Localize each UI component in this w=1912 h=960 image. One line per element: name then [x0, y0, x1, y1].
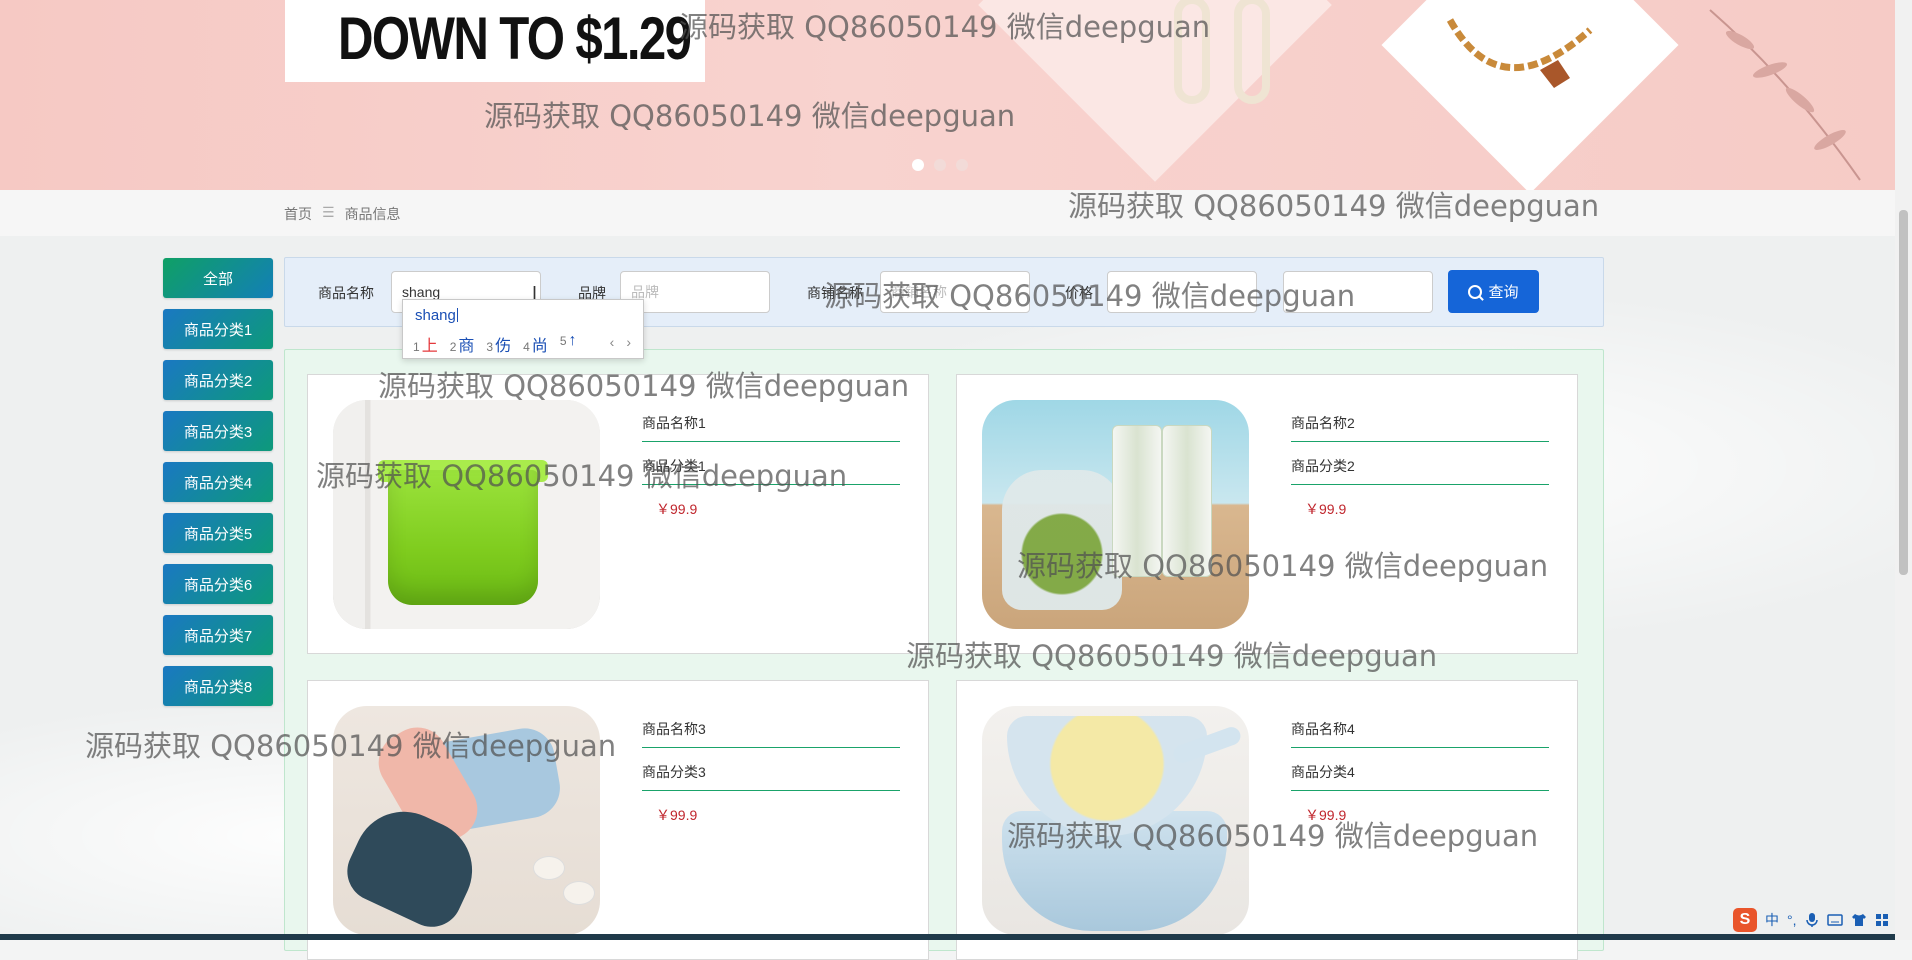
- category-button-4[interactable]: 商品分类4: [163, 462, 273, 502]
- mic-icon[interactable]: [1805, 912, 1819, 928]
- product-price: ￥99.9: [1305, 501, 1347, 517]
- product-grid: 商品名称1 商品分类1 ￥99.9 商品名称2 商品分类2 ￥99.9 商品名称…: [284, 349, 1604, 960]
- ime-candidate[interactable]: 5 ↑: [560, 332, 577, 356]
- category-all-button[interactable]: 全部: [163, 258, 273, 298]
- ime-candidate[interactable]: 2商: [450, 332, 475, 356]
- product-category: 商品分类4: [1291, 762, 1549, 791]
- price-label: 价格: [1065, 285, 1093, 301]
- product-category: 商品分类3: [642, 762, 900, 791]
- product-image[interactable]: [333, 706, 600, 935]
- product-name: 商品名称3: [642, 719, 900, 748]
- product-price: ￥99.9: [656, 501, 698, 517]
- branch-decoration: [1709, 9, 1861, 181]
- search-button-label: 查询: [1488, 284, 1519, 301]
- product-name: 商品名称1: [642, 413, 900, 442]
- product-card[interactable]: 商品名称2 商品分类2 ￥99.9: [956, 374, 1578, 654]
- shirt-icon[interactable]: [1851, 913, 1867, 927]
- product-category: 商品分类2: [1291, 456, 1549, 485]
- ime-punctuation-toggle[interactable]: °,: [1787, 912, 1797, 928]
- category-sidebar: 全部 商品分类1 商品分类2 商品分类3 商品分类4 商品分类5 商品分类6 商…: [163, 258, 273, 717]
- shop-name-label: 商铺名称: [807, 285, 863, 301]
- category-button-7[interactable]: 商品分类7: [163, 615, 273, 655]
- product-name-label: 商品名称: [318, 285, 374, 301]
- product-image[interactable]: [982, 706, 1249, 935]
- pearl-earrings-image: [1174, 0, 1270, 104]
- carousel-dot[interactable]: [956, 159, 968, 171]
- keyboard-icon[interactable]: [1826, 913, 1843, 927]
- category-button-6[interactable]: 商品分类6: [163, 564, 273, 604]
- product-category: 商品分类1: [642, 456, 900, 485]
- sogou-logo-icon[interactable]: S: [1733, 908, 1757, 932]
- category-button-2[interactable]: 商品分类2: [163, 360, 273, 400]
- breadcrumb-home[interactable]: 首页: [284, 204, 312, 224]
- ime-status-bar[interactable]: S 中 °,: [1733, 907, 1889, 933]
- ime-candidate[interactable]: 1上: [413, 332, 438, 356]
- ime-composition: shang: [415, 307, 456, 324]
- ime-candidate[interactable]: 3伤: [486, 332, 511, 356]
- shop-name-input[interactable]: [880, 271, 1030, 313]
- product-name: 商品名称4: [1291, 719, 1549, 748]
- product-image[interactable]: [333, 400, 600, 629]
- product-card[interactable]: 商品名称1 商品分类1 ￥99.9: [307, 374, 929, 654]
- price-max-input[interactable]: [1283, 271, 1433, 313]
- breadcrumb-current: 商品信息: [344, 206, 401, 222]
- breadcrumb-separator-icon: ☰: [322, 204, 335, 220]
- ime-language-toggle[interactable]: 中: [1765, 910, 1779, 930]
- product-card[interactable]: 商品名称4 商品分类4 ￥99.9: [956, 680, 1578, 960]
- grid-icon[interactable]: [1875, 913, 1889, 927]
- ime-candidate[interactable]: 4尚: [523, 332, 548, 356]
- product-price: ￥99.9: [656, 807, 698, 823]
- category-button-1[interactable]: 商品分类1: [163, 309, 273, 349]
- ime-candidate-popup: shang 1上 2商 3伤 4尚 5 ↑ ‹ ›: [402, 299, 644, 359]
- category-button-3[interactable]: 商品分类3: [163, 411, 273, 451]
- ime-next-icon[interactable]: ›: [626, 334, 631, 350]
- breadcrumb-bar: 首页 ☰ 商品信息: [0, 190, 1895, 237]
- price-min-input[interactable]: [1107, 271, 1257, 313]
- bracelet-image: [1446, 18, 1593, 88]
- product-card[interactable]: 商品名称3 商品分类3 ￥99.9: [307, 680, 929, 960]
- search-button[interactable]: 查询: [1448, 270, 1539, 313]
- ime-prev-icon[interactable]: ‹: [610, 334, 615, 350]
- product-image[interactable]: [982, 400, 1249, 629]
- search-icon: [1468, 284, 1483, 299]
- scrollbar-thumb[interactable]: [1899, 210, 1908, 575]
- carousel-indicators: [912, 159, 968, 171]
- breadcrumb: 首页 ☰ 商品信息: [284, 204, 401, 224]
- category-button-5[interactable]: 商品分类5: [163, 513, 273, 553]
- product-name: 商品名称2: [1291, 413, 1549, 442]
- carousel-dot[interactable]: [934, 159, 946, 171]
- promo-text: DOWN TO $1.29: [338, 5, 692, 72]
- banner-carousel[interactable]: DOWN TO $1.29: [0, 0, 1895, 190]
- carousel-dot[interactable]: [912, 159, 924, 171]
- product-price: ￥99.9: [1305, 807, 1347, 823]
- category-button-8[interactable]: 商品分类8: [163, 666, 273, 706]
- taskbar-edge: [0, 934, 1895, 940]
